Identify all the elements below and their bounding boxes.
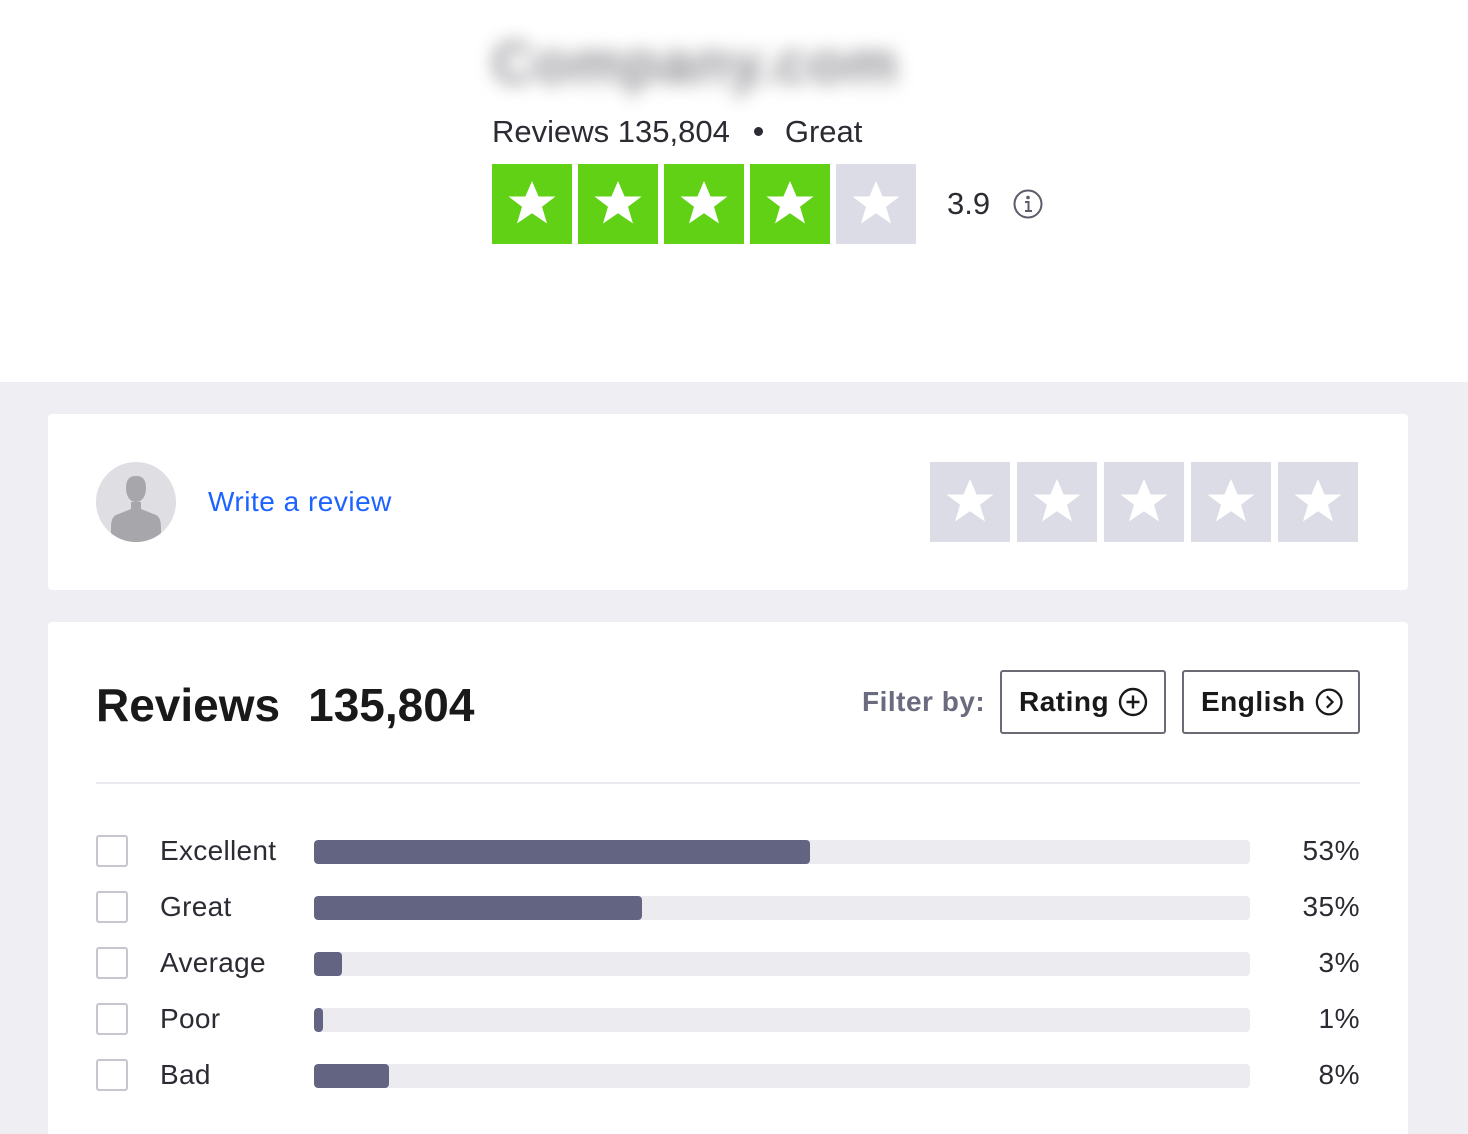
rating-row-great: Great 35% [96, 890, 1360, 924]
star-icon [1207, 479, 1255, 522]
rate-star-1[interactable] [930, 462, 1010, 542]
rating-row-bad: Bad 8% [96, 1058, 1360, 1092]
divider [96, 782, 1360, 784]
rating-checkbox[interactable] [96, 1059, 128, 1091]
language-filter-label: English [1201, 686, 1306, 717]
rating-bar-track [314, 1064, 1250, 1088]
rating-checkbox[interactable] [96, 891, 128, 923]
header-star-5 [836, 164, 916, 244]
reviews-card: Reviews 135,804 Filter by: Rating English… [48, 622, 1408, 1134]
header-star-1 [492, 164, 572, 244]
user-silhouette-icon [111, 476, 161, 542]
reviews-heading: Reviews 135,804 [96, 678, 474, 732]
rating-percent: 35% [1302, 891, 1360, 922]
rating-bar-track [314, 840, 1250, 864]
rating-label: Average [160, 947, 266, 978]
rating-row-excellent: Excellent 53% [96, 834, 1360, 868]
chevron-right-circle-icon [1315, 688, 1343, 716]
rating-percent: 8% [1318, 1059, 1360, 1090]
reviews-summary-label: Reviews [492, 114, 610, 149]
rating-bar-track [314, 952, 1250, 976]
rate-star-2[interactable] [1017, 462, 1097, 542]
rating-checkbox[interactable] [96, 947, 128, 979]
rating-row-poor: Poor 1% [96, 1002, 1360, 1036]
star-icon [1033, 479, 1081, 522]
reviews-summary: Reviews 135,804 Great [492, 114, 862, 150]
rating-bar-track [314, 1008, 1250, 1032]
star-icon [946, 479, 994, 522]
rate-star-3[interactable] [1104, 462, 1184, 542]
reviews-heading-count: 135,804 [308, 679, 475, 731]
reviews-heading-label: Reviews [96, 679, 281, 731]
rating-checkbox[interactable] [96, 1003, 128, 1035]
avatar [96, 462, 176, 542]
rate-star-5[interactable] [1278, 462, 1358, 542]
star-icon [766, 181, 814, 224]
write-review-card: Write a review [48, 414, 1408, 590]
rating-label: Excellent [160, 835, 277, 866]
language-filter-button[interactable]: English [1182, 670, 1360, 734]
star-icon [1294, 479, 1342, 522]
company-name-blurred: Company.com [492, 31, 899, 96]
reviews-summary-count: 135,804 [617, 114, 730, 149]
rating-percent: 3% [1318, 947, 1360, 978]
rating-percent: 53% [1302, 835, 1360, 866]
rating-bar-fill [314, 1008, 324, 1032]
trust-star-rating [492, 164, 916, 244]
rating-bar-track [314, 896, 1250, 920]
rating-row-average: Average 3% [96, 946, 1360, 980]
rating-bar-fill [314, 840, 811, 864]
filter-label: Filter by: [862, 686, 986, 717]
rating-bar-fill [314, 1064, 389, 1088]
info-icon[interactable] [1012, 188, 1044, 220]
rating-filter-label: Rating [1019, 686, 1110, 717]
header-star-2 [578, 164, 658, 244]
rate-star-4[interactable] [1191, 462, 1271, 542]
rating-label: Bad [160, 1059, 211, 1090]
header-star-4 [750, 164, 830, 244]
rating-bar-fill [314, 952, 343, 976]
star-icon [508, 181, 556, 224]
star-icon [594, 181, 642, 224]
trust-score: 3.9 [947, 186, 991, 221]
header-star-3 [664, 164, 744, 244]
rating-label: Great [160, 891, 232, 922]
rating-word: Great [784, 114, 863, 149]
rating-bar-fill [314, 896, 642, 920]
company-header: Company.com Reviews 135,804 Great 3.9 [0, 0, 1468, 382]
rating-label: Poor [160, 1003, 221, 1034]
star-icon [1120, 479, 1168, 522]
rating-filter-button[interactable]: Rating [1000, 670, 1166, 734]
plus-circle-icon [1118, 687, 1148, 717]
star-icon [680, 181, 728, 224]
rate-stars-input[interactable] [930, 462, 1358, 542]
rating-checkbox[interactable] [96, 835, 128, 867]
star-icon [852, 181, 900, 224]
rating-percent: 1% [1318, 1003, 1360, 1034]
separator-dot [753, 127, 763, 136]
write-review-link[interactable]: Write a review [208, 486, 392, 518]
